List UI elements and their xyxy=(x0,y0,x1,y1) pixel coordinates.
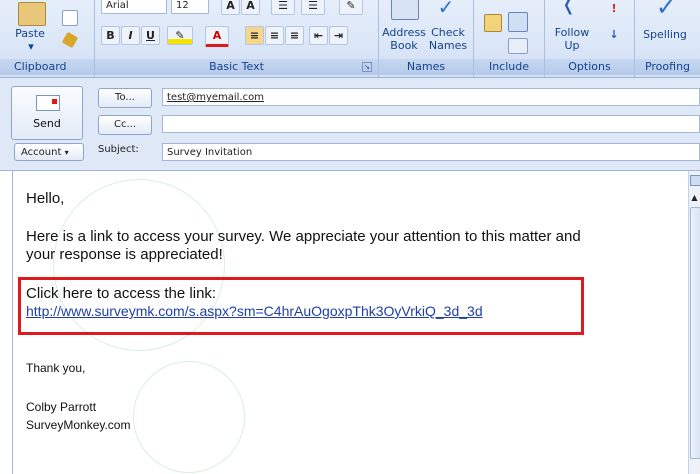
link-intro-text: Click here to access the link: xyxy=(26,285,217,302)
basic-text-group: Arial 12 A A ☰ ☰ ✎ B I U ✎ A ≡ ≡ ≡ ⇤ ⇥ B… xyxy=(95,0,379,77)
send-label: Send xyxy=(33,117,61,130)
italic-button[interactable]: I xyxy=(121,26,140,45)
decrease-indent-icon[interactable]: ⇤ xyxy=(309,26,328,45)
body-paragraph-line-1: Here is a link to access your survey. We… xyxy=(26,228,581,245)
send-icon-mark xyxy=(52,99,57,104)
chevron-down-icon: ▾ xyxy=(64,148,69,157)
clipboard-group: Paste ▾ Clipboard xyxy=(0,0,95,77)
send-button[interactable]: Send xyxy=(11,86,83,140)
paste-icon xyxy=(18,2,46,26)
font-color-button[interactable]: A xyxy=(205,26,229,47)
body-paragraph-line-2: your response is appreciated! xyxy=(26,246,223,263)
highlight-icon[interactable]: ✎ xyxy=(167,26,193,45)
scroll-up-arrow-icon[interactable]: ▲ xyxy=(689,193,700,202)
account-label: Account xyxy=(21,147,62,158)
bullets-button[interactable]: ☰ xyxy=(271,0,295,15)
bold-button[interactable]: B xyxy=(101,26,120,45)
follow-up-button[interactable]: Follow Up xyxy=(551,26,593,52)
follow-up-flag-icon: ❬ xyxy=(561,0,577,15)
underline-button[interactable]: U xyxy=(141,26,160,45)
proofing-group-label: Proofing xyxy=(635,59,700,75)
watermark-circle xyxy=(133,361,245,473)
ribbon: Paste ▾ Clipboard Arial 12 A A ☰ ☰ ✎ B I… xyxy=(0,0,700,78)
signature-name: Colby Parrott xyxy=(26,400,97,414)
address-book-button[interactable]: Address Book xyxy=(379,26,429,52)
names-group-label: Names xyxy=(379,59,473,75)
font-name-select[interactable]: Arial xyxy=(101,0,167,14)
attach-item-icon[interactable] xyxy=(508,12,528,32)
attach-file-icon[interactable] xyxy=(484,14,502,32)
subject-field[interactable]: Survey Invitation xyxy=(162,143,700,161)
paste-dropdown-icon[interactable]: ▾ xyxy=(26,40,36,53)
dialog-launcher-icon[interactable]: ↘ xyxy=(362,62,372,72)
options-group-label: Options xyxy=(545,59,634,75)
font-size-select[interactable]: 12 xyxy=(171,0,209,14)
to-button[interactable]: To... xyxy=(98,88,152,108)
address-book-icon xyxy=(391,0,419,20)
format-painter-icon[interactable] xyxy=(61,31,79,49)
scroll-thumb[interactable] xyxy=(690,207,700,459)
shrink-font-button[interactable]: A xyxy=(241,0,260,15)
copy-icon[interactable] xyxy=(62,10,78,26)
paste-button[interactable]: Paste xyxy=(10,27,50,40)
spelling-check-icon: ✓ xyxy=(655,0,677,21)
names-group: ✓ Address Book Check Names Names xyxy=(379,0,474,77)
importance-high-icon[interactable]: ! xyxy=(609,2,619,15)
spelling-button[interactable]: Spelling xyxy=(635,28,695,41)
clear-format-button[interactable]: ✎ xyxy=(339,0,363,15)
signature-icon[interactable] xyxy=(508,38,528,54)
subject-label: Subject: xyxy=(98,144,139,155)
basic-text-group-label: Basic Text xyxy=(95,59,378,75)
grow-font-button[interactable]: A xyxy=(221,0,240,15)
include-group-label: Include xyxy=(474,59,544,75)
include-group: Include xyxy=(474,0,545,77)
increase-indent-icon[interactable]: ⇥ xyxy=(329,26,348,45)
numbering-button[interactable]: ☰ xyxy=(301,0,325,15)
vertical-scrollbar[interactable]: ▲ xyxy=(688,171,700,474)
align-center-icon[interactable]: ≡ xyxy=(265,26,284,45)
check-names-button[interactable]: Check Names xyxy=(425,26,471,52)
cc-field[interactable] xyxy=(162,115,700,133)
message-body[interactable]: Hello, Here is a link to access your sur… xyxy=(12,171,689,474)
signature-organization: SurveyMonkey.com xyxy=(26,418,131,432)
survey-link[interactable]: http://www.surveymk.com/s.aspx?sm=C4hrAu… xyxy=(26,303,483,319)
greeting-text: Hello, xyxy=(26,190,65,207)
proofing-group: ✓ Spelling Proofing xyxy=(635,0,700,77)
clipboard-group-label: Clipboard xyxy=(0,59,94,75)
align-right-icon[interactable]: ≡ xyxy=(285,26,304,45)
options-group: ❬ Follow Up ! ↓ Options xyxy=(545,0,635,77)
align-left-icon[interactable]: ≡ xyxy=(245,26,264,45)
to-field[interactable]: test@myemail.com xyxy=(162,88,700,106)
cc-button[interactable]: Cc... xyxy=(98,115,152,135)
closing-text: Thank you, xyxy=(26,361,86,375)
account-button[interactable]: Account ▾ xyxy=(14,143,84,161)
message-header: Send To... test@myemail.com Cc... Accoun… xyxy=(0,78,700,171)
check-names-icon: ✓ xyxy=(437,0,455,19)
ruler-toggle-icon[interactable] xyxy=(690,175,700,186)
importance-low-icon[interactable]: ↓ xyxy=(609,28,619,41)
